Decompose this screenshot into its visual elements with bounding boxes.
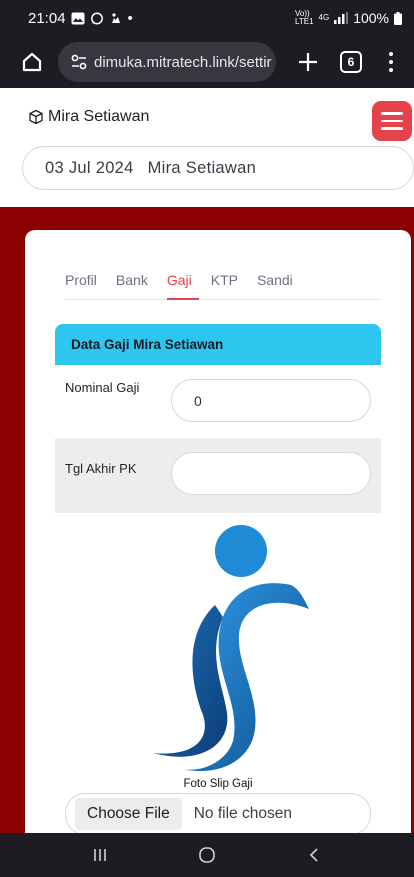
status-bar: 21:04 • Vo)) LTE1 4G 100% <box>0 0 414 36</box>
more-icon[interactable] <box>388 52 394 72</box>
new-tab-button[interactable] <box>294 48 322 76</box>
slip-preview-image <box>153 525 309 772</box>
pk-row: Tgl Akhir PK <box>55 438 381 513</box>
current-date: 03 Jul 2024 <box>45 158 134 177</box>
salary-section-title: Data Gaji Mira Setiawan <box>55 324 381 365</box>
nominal-row: Nominal Gaji 0 <box>55 365 381 438</box>
user-name: Mira Setiawan <box>147 158 257 177</box>
cloud-icon <box>111 12 120 23</box>
lte-label: LTE1 <box>294 17 314 26</box>
tab-bank[interactable]: Bank <box>116 262 155 300</box>
tab-ktp[interactable]: KTP <box>211 262 245 300</box>
slip-file-input[interactable]: Choose File No file chosen <box>65 793 371 835</box>
recents-button[interactable] <box>80 840 120 870</box>
pk-label: Tgl Akhir PK <box>65 461 137 476</box>
url-text: dimuka.mitratech.link/settir <box>94 53 272 71</box>
tune-icon <box>71 54 87 70</box>
browser-toolbar: dimuka.mitratech.link/settir 6 <box>0 36 414 88</box>
menu-icon[interactable] <box>372 101 412 141</box>
home-button[interactable] <box>18 48 46 76</box>
plus-icon <box>299 53 317 71</box>
pk-date-input[interactable] <box>171 452 371 495</box>
tab-count: 6 <box>347 55 355 69</box>
back-button[interactable] <box>294 840 334 870</box>
whatsapp-icon <box>90 12 103 24</box>
back-icon <box>310 848 318 862</box>
battery-icon <box>394 11 402 25</box>
choose-file-button[interactable]: Choose File <box>75 798 182 830</box>
image-icon <box>71 12 85 24</box>
settings-tabs: Profil Bank Gaji KTP Sandi <box>65 262 381 300</box>
file-status: No file chosen <box>193 805 292 822</box>
address-bar[interactable]: dimuka.mitratech.link/settir <box>58 42 276 82</box>
tab-profil[interactable]: Profil <box>65 262 104 300</box>
brand[interactable]: Mira Setiawan <box>28 108 149 126</box>
date-bar: 03 Jul 2024 Mira Setiawan <box>22 146 414 190</box>
nominal-label: Nominal Gaji <box>65 380 140 395</box>
page-header: Mira Setiawan <box>0 88 414 146</box>
battery-percent: 100% <box>353 10 389 26</box>
clock: 21:04 <box>28 9 66 27</box>
nominal-input[interactable]: 0 <box>171 379 371 422</box>
slip-caption: Foto Slip Gaji <box>183 778 253 790</box>
settings-card: Profil Bank Gaji KTP Sandi Data Gaji Mir… <box>25 230 411 835</box>
home-icon <box>22 52 42 72</box>
recents-icon <box>93 849 106 861</box>
status-dot: • <box>127 9 133 27</box>
tabs-button[interactable]: 6 <box>340 51 362 73</box>
cube-icon <box>29 109 43 125</box>
tab-gaji[interactable]: Gaji <box>166 262 199 300</box>
home-nav-icon <box>199 847 215 863</box>
network-type: 4G <box>318 13 330 22</box>
brand-name: Mira Setiawan <box>48 108 150 125</box>
system-nav-bar <box>0 833 414 877</box>
signal-icon <box>334 12 349 24</box>
home-nav-button[interactable] <box>187 840 227 870</box>
tab-sandi[interactable]: Sandi <box>257 262 300 300</box>
